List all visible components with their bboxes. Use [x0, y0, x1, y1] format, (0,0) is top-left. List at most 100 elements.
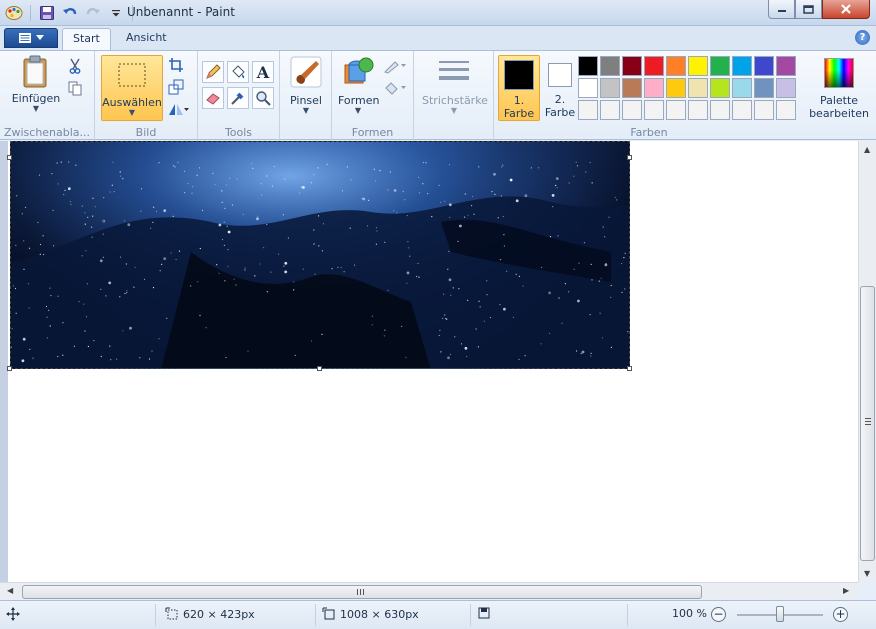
color-swatch[interactable] [578, 56, 598, 76]
color-swatch[interactable] [732, 56, 752, 76]
color-swatch[interactable] [666, 56, 686, 76]
customize-qat-icon[interactable] [106, 3, 126, 23]
city-light [475, 328, 477, 330]
undo-icon[interactable] [60, 3, 80, 23]
color-swatch[interactable] [710, 100, 730, 120]
help-icon[interactable]: ? [855, 30, 870, 45]
resize-handle-bottom-left[interactable] [7, 366, 12, 371]
resize-handle-bottom[interactable] [317, 366, 322, 371]
city-light [29, 348, 31, 350]
zoom-slider-thumb[interactable] [776, 606, 784, 622]
size-button[interactable]: Strichstärke ▼ [422, 55, 488, 115]
color-swatch[interactable] [622, 100, 642, 120]
application-menu-button[interactable] [4, 28, 58, 48]
copy-button[interactable] [64, 78, 86, 98]
color-swatch[interactable] [732, 100, 752, 120]
select-rectangle-icon [118, 63, 146, 87]
color-swatch[interactable] [644, 78, 664, 98]
zoom-in-button[interactable]: + [833, 607, 848, 622]
color-swatch[interactable] [776, 78, 796, 98]
select-button[interactable]: Auswählen ▼ [101, 55, 163, 121]
edit-colors-button[interactable]: Palette bearbeiten [804, 55, 874, 120]
redo-icon[interactable] [83, 3, 103, 23]
color-swatch[interactable] [710, 78, 730, 98]
resize-handle-right-top[interactable] [627, 155, 632, 160]
rotate-button[interactable] [165, 99, 191, 119]
text-tool[interactable]: A [252, 61, 274, 83]
color-swatch[interactable] [688, 56, 708, 76]
color-swatch[interactable] [710, 56, 730, 76]
brushes-button[interactable]: Pinsel ▼ [286, 55, 326, 115]
pencil-tool[interactable] [202, 61, 224, 83]
city-light [172, 215, 174, 217]
color-swatch[interactable] [578, 78, 598, 98]
city-light [621, 291, 623, 293]
city-light [242, 213, 244, 215]
scroll-left-icon[interactable]: ◀ [7, 586, 13, 595]
city-light [457, 240, 459, 242]
color-swatch[interactable] [666, 100, 686, 120]
color2-button[interactable]: 2. Farbe [542, 55, 578, 119]
save-icon[interactable] [37, 3, 57, 23]
color-swatch[interactable] [600, 100, 620, 120]
color-swatch[interactable] [600, 56, 620, 76]
selected-image-earth-at-night[interactable] [10, 141, 630, 369]
city-light [84, 223, 86, 225]
color-swatch[interactable] [732, 78, 752, 98]
color-swatch[interactable] [578, 100, 598, 120]
city-light [87, 345, 89, 348]
close-button[interactable] [822, 0, 870, 19]
color-swatch[interactable] [754, 78, 774, 98]
color-swatch[interactable] [622, 56, 642, 76]
eraser-tool[interactable] [202, 87, 224, 109]
color1-button[interactable]: 1. Farbe [498, 55, 540, 121]
city-light [133, 286, 135, 288]
color-swatch[interactable] [688, 100, 708, 120]
selection-size: 620 × 423px [165, 607, 255, 621]
color-swatch[interactable] [776, 100, 796, 120]
horizontal-scrollbar[interactable]: ◀ ▶ [0, 582, 858, 600]
color-swatch[interactable] [776, 56, 796, 76]
fill-tool[interactable] [227, 61, 249, 83]
scroll-down-icon[interactable]: ▼ [864, 569, 870, 578]
resize-handle-left[interactable] [7, 155, 12, 160]
tab-start[interactable]: Start [62, 28, 111, 50]
city-light [21, 359, 25, 363]
color-swatch[interactable] [622, 78, 642, 98]
vertical-scroll-thumb[interactable] [860, 286, 875, 561]
edit-colors-label-line1: Palette [819, 94, 859, 107]
color-swatch[interactable] [644, 56, 664, 76]
zoom-out-button[interactable]: − [711, 607, 726, 622]
crop-button[interactable] [165, 55, 187, 75]
magnifier-tool[interactable] [252, 87, 274, 109]
color-picker-tool[interactable] [227, 87, 249, 109]
color-swatch[interactable] [644, 100, 664, 120]
shapes-button[interactable]: Formen ▼ [338, 55, 379, 115]
city-light [540, 343, 542, 345]
paste-button[interactable]: Einfügen ▼ [10, 55, 62, 113]
color-swatch[interactable] [600, 78, 620, 98]
color-swatch[interactable] [688, 78, 708, 98]
status-separator [470, 604, 471, 626]
color-swatch[interactable] [754, 100, 774, 120]
city-light [216, 264, 218, 266]
maximize-button[interactable] [795, 0, 822, 19]
outline-button[interactable] [382, 56, 408, 76]
tab-ansicht[interactable]: Ansicht [116, 28, 177, 50]
scroll-up-icon[interactable]: ▲ [864, 145, 870, 154]
city-light [293, 289, 295, 291]
color-swatch[interactable] [666, 78, 686, 98]
color-swatch[interactable] [754, 56, 774, 76]
city-light [387, 189, 389, 191]
city-light [538, 167, 540, 169]
minimize-button[interactable] [768, 0, 795, 19]
city-light [501, 166, 503, 168]
resize-button[interactable] [165, 77, 187, 97]
fill-shape-button[interactable] [382, 78, 408, 98]
resize-handle-bottom-right[interactable] [627, 366, 632, 371]
cut-button[interactable] [64, 56, 86, 76]
vertical-scrollbar[interactable]: ▲ ▼ [858, 141, 876, 582]
paint-app-icon[interactable] [4, 3, 24, 23]
scroll-right-icon[interactable]: ▶ [843, 586, 849, 595]
horizontal-scroll-thumb[interactable] [22, 585, 702, 599]
